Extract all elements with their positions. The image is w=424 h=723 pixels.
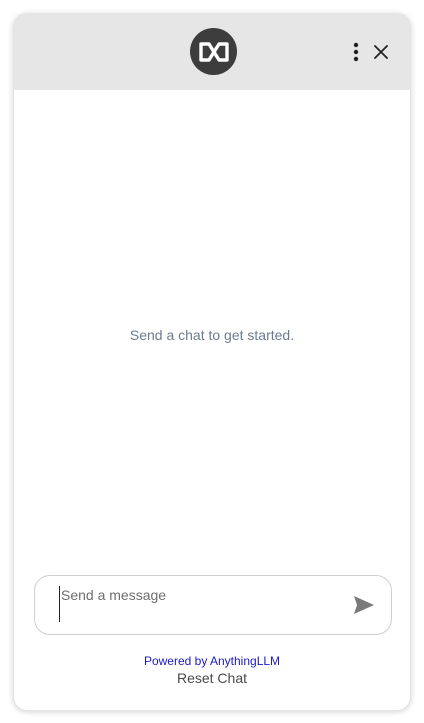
- send-icon: [354, 596, 374, 614]
- vertical-dots-icon: [353, 42, 359, 62]
- empty-chat-message: Send a chat to get started.: [129, 327, 295, 343]
- anythingllm-logo-icon: [190, 28, 237, 75]
- reset-chat: Reset Chat: [14, 670, 410, 688]
- reset-chat-button[interactable]: Reset Chat: [177, 670, 247, 686]
- powered-by-link[interactable]: Powered by AnythingLLM: [144, 654, 280, 668]
- chat-widget: Send a chat to get started. Powered by A…: [13, 13, 411, 711]
- close-button[interactable]: [369, 40, 393, 64]
- message-input[interactable]: [59, 586, 339, 622]
- close-icon: [374, 45, 388, 59]
- powered-by: Powered by AnythingLLM: [14, 652, 410, 670]
- message-composer: [34, 575, 392, 635]
- send-button[interactable]: [351, 592, 377, 618]
- menu-button[interactable]: [348, 40, 364, 64]
- chat-history: Send a chat to get started.: [14, 90, 410, 560]
- chat-header: [14, 14, 410, 90]
